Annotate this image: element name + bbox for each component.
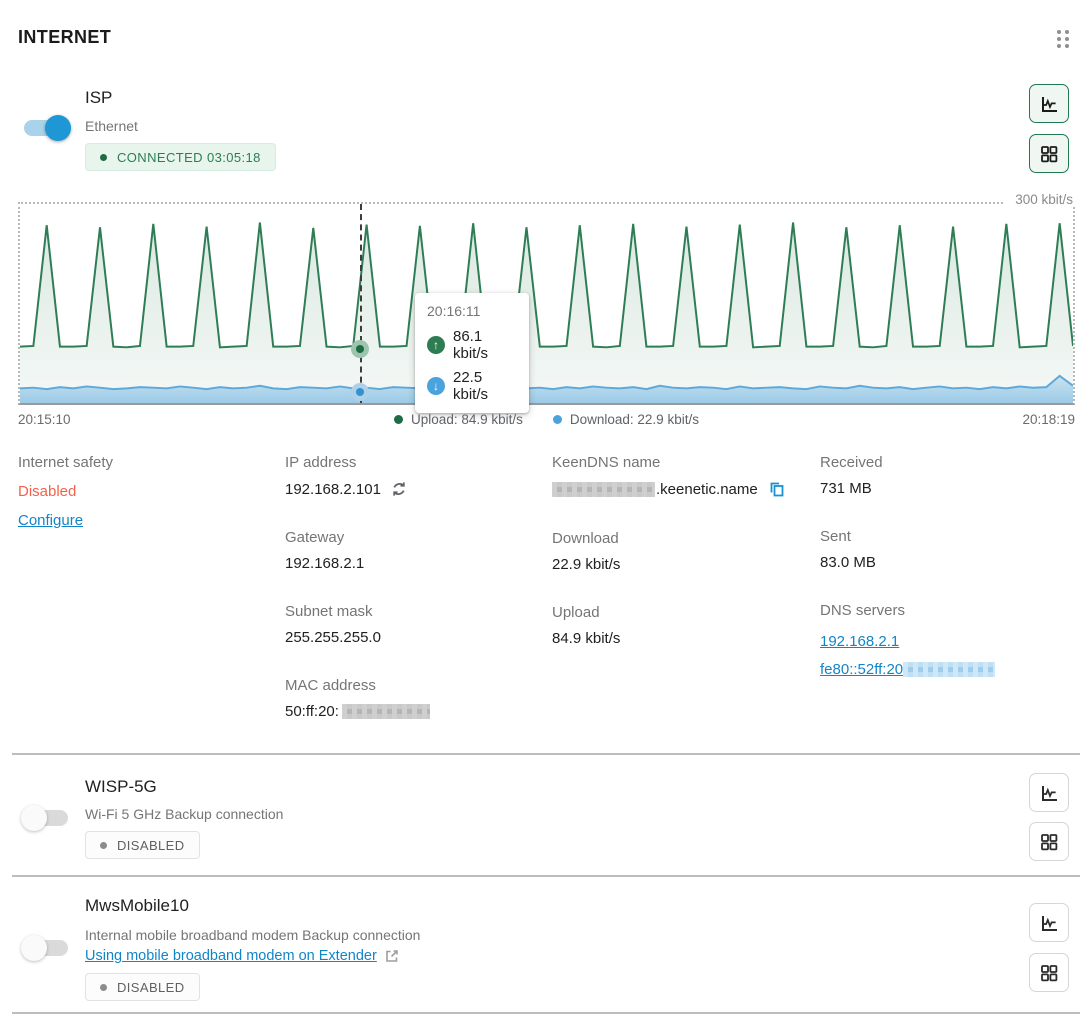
mobile-status-badge: DISABLED [85,973,200,1001]
status-dot-icon [100,842,107,849]
mac-address-redacted [342,704,430,719]
chart-cursor-line [360,204,362,403]
dns-server-redacted [903,662,995,677]
mobile-chart-view-button[interactable] [1029,903,1069,942]
sent-label: Sent [820,528,1080,545]
totals-column: Received 731 MB Sent 83.0 MB DNS servers… [820,454,1080,715]
mobile-grid-view-button[interactable] [1029,953,1069,992]
chart-start-time: 20:15:10 [18,412,71,427]
status-dot-icon [100,154,107,161]
internet-safety-label: Internet safety [18,454,278,471]
chart-tooltip: 20:16:11 ↑ 86.1 kbit/s ↓ 22.5 kbit/s [415,293,529,413]
isp-grid-view-button[interactable] [1029,134,1069,173]
upload-line [20,223,1073,348]
legend-upload: Upload: 84.9 kbit/s [394,412,523,427]
grid-icon [1039,832,1059,852]
wisp-status-label: DISABLED [117,838,185,853]
dns-traffic-column: KeenDNS name .keenetic.name Download 22.… [552,454,812,678]
isp-status-badge: CONNECTED 03:05:18 [85,143,276,171]
keendns-redacted [552,482,655,497]
mobile-subtitle: Internal mobile broadband modem Backup c… [85,927,420,943]
ip-address-value: 192.168.2.101 [285,481,381,498]
download-arrow-icon: ↓ [427,377,445,395]
subnet-mask-label: Subnet mask [285,603,545,620]
mobile-extender-link[interactable]: Using mobile broadband modem on Extender [85,948,377,964]
traffic-chart-plot [20,204,1073,403]
tooltip-download-value: 22.5 kbit/s [453,369,517,403]
grid-icon [1039,144,1059,164]
internet-safety-column: Internet safety Disabled Configure [18,454,278,541]
dns-server-link-1[interactable]: 192.168.2.1 [820,633,899,650]
refresh-icon[interactable] [390,480,408,498]
download-dot-icon [553,415,562,424]
wisp-title: WISP-5G [85,777,157,797]
mobile-status-label: DISABLED [117,980,185,995]
download-label: Download [552,530,812,547]
mac-address-value: 50:ff:20: [285,703,339,720]
grid-icon [1039,963,1059,983]
keendns-suffix: .keenetic.name [656,481,758,498]
legend-download: Download: 22.9 kbit/s [553,412,699,427]
wisp-grid-view-button[interactable] [1029,822,1069,861]
dns-servers-label: DNS servers [820,602,1080,619]
upload-dot-icon [394,415,403,424]
status-dot-icon [100,984,107,991]
isp-subtitle: Ethernet [85,118,138,134]
mac-address-label: MAC address [285,677,545,694]
mobile-toggle[interactable] [24,940,68,956]
divider [12,753,1080,755]
tooltip-upload-value: 86.1 kbit/s [453,328,517,362]
isp-title: ISP [85,88,112,108]
page-title: INTERNET [18,27,111,48]
upload-arrow-icon: ↑ [427,336,445,354]
mobile-link-row: Using mobile broadband modem on Extender [85,948,400,964]
line-chart-icon [1038,912,1060,934]
isp-chart-view-button[interactable] [1029,84,1069,123]
line-chart-icon [1038,782,1060,804]
line-chart-icon [1038,93,1060,115]
upload-cursor-marker [351,340,369,358]
download-value: 22.9 kbit/s [552,556,812,573]
mobile-title: MwsMobile10 [85,896,189,916]
chart-end-time: 20:18:19 [1022,412,1075,427]
download-cursor-marker [351,383,369,401]
upload-label: Upload [552,604,812,621]
upload-area [20,223,1073,403]
configure-link[interactable]: Configure [18,512,83,529]
received-label: Received [820,454,1080,471]
copy-icon[interactable] [767,480,786,499]
tooltip-time: 20:16:11 [427,303,517,319]
wisp-status-badge: DISABLED [85,831,200,859]
traffic-chart[interactable]: 300 kbit/s 20:16:11 ↑ 86.1 k [18,202,1075,405]
isp-toggle[interactable] [24,120,68,136]
wisp-toggle[interactable] [24,810,68,826]
gateway-label: Gateway [285,529,545,546]
subnet-mask-value: 255.255.255.0 [285,629,545,646]
keendns-label: KeenDNS name [552,454,812,471]
external-link-icon [384,948,400,964]
divider [12,1012,1080,1014]
dns-server-link-2[interactable]: fe80::52ff:20 [820,661,995,678]
received-value: 731 MB [820,480,1080,497]
address-column: IP address 192.168.2.101 Gateway 192.168… [285,454,545,751]
internet-safety-value: Disabled [18,483,278,500]
internet-page: INTERNET ISP Ethernet CONNECTED 03:05:18… [0,0,1092,1023]
gateway-value: 192.168.2.1 [285,555,545,572]
wisp-chart-view-button[interactable] [1029,773,1069,812]
chart-axis-row: 20:15:10 Upload: 84.9 kbit/s Download: 2… [18,412,1075,427]
isp-status-label: CONNECTED 03:05:18 [117,150,261,165]
wisp-subtitle: Wi-Fi 5 GHz Backup connection [85,806,283,822]
sent-value: 83.0 MB [820,554,1080,571]
ip-address-label: IP address [285,454,545,471]
divider [12,875,1080,877]
upload-value: 84.9 kbit/s [552,630,812,647]
drag-handle-icon[interactable] [1057,30,1069,48]
